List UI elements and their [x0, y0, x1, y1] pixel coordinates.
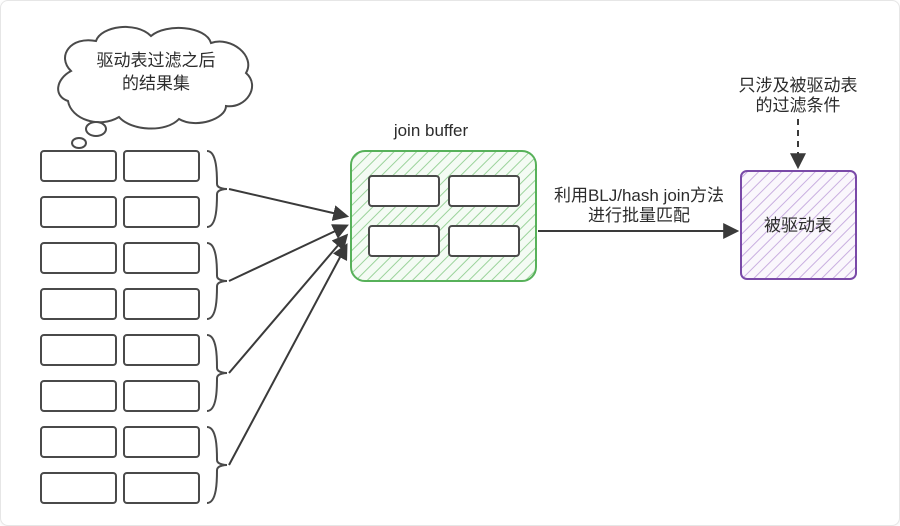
buffer-to-driven: 利用BLJ/hash join方法 进行批量匹配 — [538, 186, 736, 231]
bubble-line2: 的结果集 — [122, 74, 190, 93]
buffer-cell — [369, 226, 439, 256]
join-buffer-title: join buffer — [393, 121, 469, 140]
result-cell — [41, 197, 116, 227]
result-cell — [124, 197, 199, 227]
bubble-line1: 驱动表过滤之后 — [97, 51, 216, 70]
arrow-label-line1: 利用BLJ/hash join方法 — [554, 186, 724, 205]
diagram-svg: 驱动表过滤之后 的结果集 — [1, 1, 900, 526]
diagram-card: 驱动表过滤之后 的结果集 — [0, 0, 900, 526]
result-cell — [124, 473, 199, 503]
result-cell — [41, 427, 116, 457]
arrow-label-line2: 进行批量匹配 — [588, 206, 690, 225]
brace-arrows — [229, 189, 346, 465]
driven-table-label: 被驱动表 — [764, 216, 832, 235]
annotation-line1: 只涉及被驱动表 — [739, 76, 858, 95]
result-cell — [41, 473, 116, 503]
filter-annotation: 只涉及被驱动表 的过滤条件 — [739, 76, 858, 166]
result-cell — [124, 381, 199, 411]
join-buffer: join buffer — [351, 121, 536, 281]
annotation-line2: 的过滤条件 — [756, 96, 841, 115]
result-cell — [124, 243, 199, 273]
result-cell — [41, 289, 116, 319]
buffer-cell — [369, 176, 439, 206]
buffer-cell — [449, 176, 519, 206]
result-cell — [124, 427, 199, 457]
result-cell — [124, 151, 199, 181]
driven-table: 被驱动表 — [741, 171, 856, 279]
result-cell — [41, 335, 116, 365]
speech-bubble: 驱动表过滤之后 的结果集 — [58, 27, 252, 148]
result-cell — [41, 243, 116, 273]
result-cell — [124, 335, 199, 365]
result-cell — [41, 151, 116, 181]
result-set — [41, 151, 199, 503]
braces — [207, 151, 227, 503]
result-cell — [124, 289, 199, 319]
result-cell — [41, 381, 116, 411]
buffer-cell — [449, 226, 519, 256]
